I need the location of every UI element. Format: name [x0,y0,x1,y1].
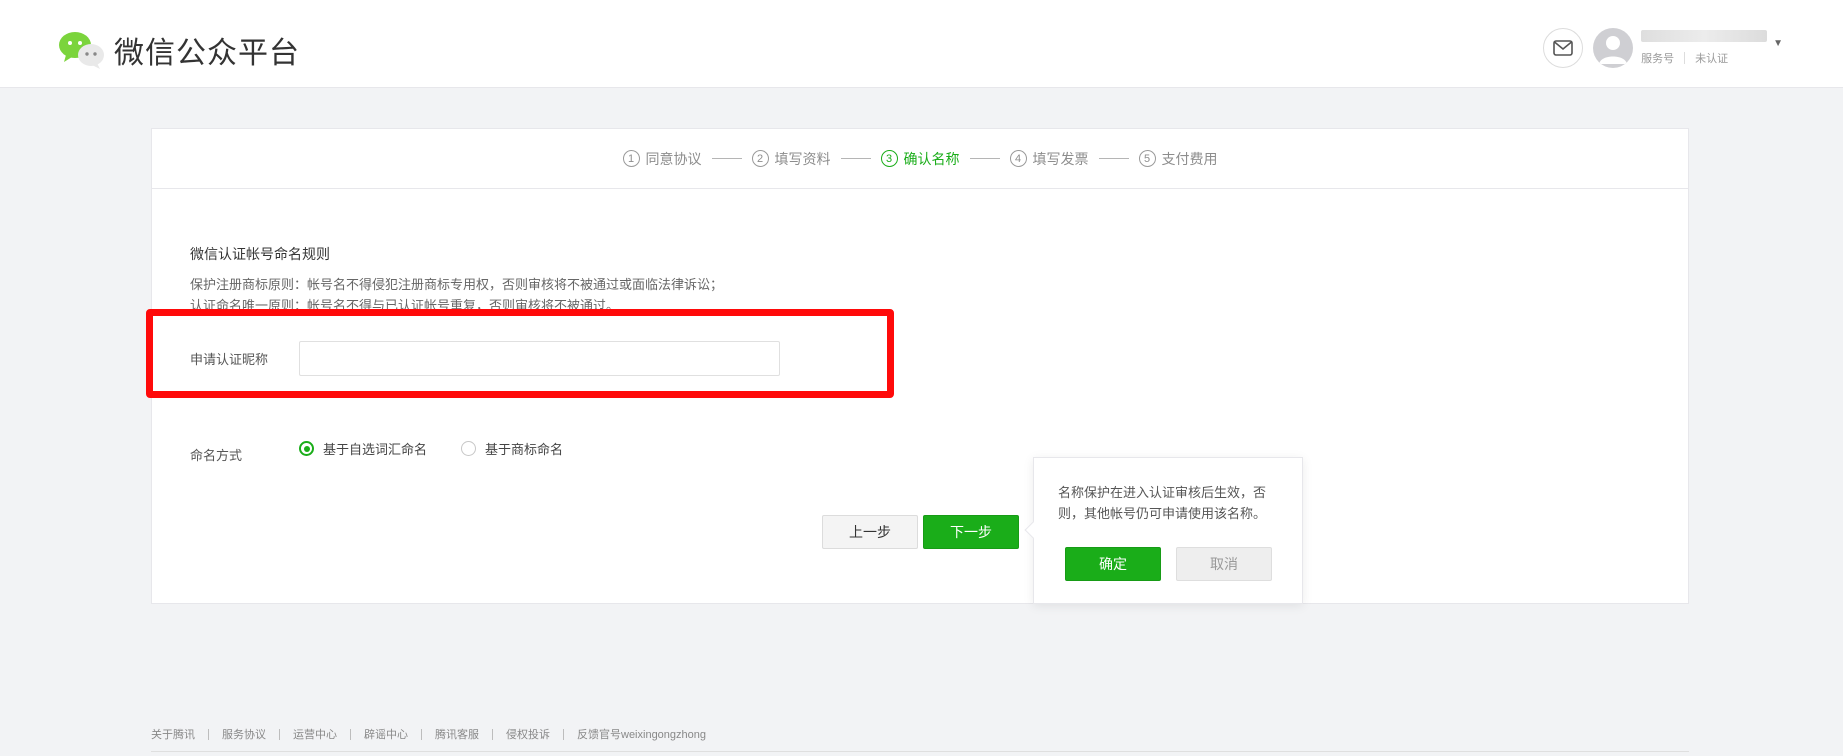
rules-title: 微信认证帐号命名规则 [190,246,330,262]
radio-self-chosen[interactable]: 基于自选词汇命名 [299,439,427,458]
account-type: 服务号 [1641,53,1675,65]
radio-trademark[interactable]: 基于商标命名 [461,439,563,458]
account-name-redacted [1641,30,1768,42]
step-number: 2 [751,150,769,167]
step-label: 确认名称 [903,150,960,167]
nickname-label: 申请认证昵称 [190,352,269,367]
mail-icon [1553,40,1573,56]
divider [563,728,564,740]
step-number: 5 [1138,150,1156,167]
step-1: 1 同意协议 [622,149,702,169]
popover-message: 名称保护在进入认证审核后生效，否则，其他帐号仍可申请使用该名称。 [1058,485,1267,521]
footer-links: 关于腾讯 服务协议 运营中心 辟谣中心 腾讯客服 侵权投诉 反馈官号weixin… [151,726,706,742]
step-number: 3 [880,150,898,167]
step-4: 4 填写发票 [1009,149,1089,169]
step-connector [840,158,871,159]
avatar[interactable] [1593,28,1634,68]
app-title: 微信公众平台 [114,36,300,71]
account-info[interactable]: 服务号 未认证 [1641,30,1768,66]
cancel-button[interactable]: 取消 [1176,547,1272,581]
radio-label: 基于自选词汇命名 [323,442,428,457]
naming-rules: 微信认证帐号命名规则 保护注册商标原则：帐号名不得侵犯注册商标专用权，否则审核将… [190,244,723,316]
footer-link-about[interactable]: 关于腾讯 [151,726,195,742]
footer-link-support[interactable]: 腾讯客服 [435,726,479,742]
radio-checked-icon [299,441,314,456]
step-connector [711,158,742,159]
mail-button[interactable] [1543,28,1584,68]
naming-method-label: 命名方式 [190,448,243,463]
step-3: 3 确认名称 [880,149,960,169]
footer-link-complaint[interactable]: 侵权投诉 [506,726,550,742]
footer-divider [151,751,1689,752]
step-label: 填写发票 [1032,150,1089,167]
step-connector [1098,158,1129,159]
confirm-button[interactable]: 确定 [1065,547,1161,581]
next-step-button[interactable]: 下一步 [923,515,1019,549]
divider [421,728,422,740]
rules-line: 认证命名唯一原则：帐号名不得与已认证帐号重复，否则审核将不被通过。 [190,298,620,313]
step-number: 1 [622,150,640,167]
divider [492,728,493,740]
step-progress: 1 同意协议 2 填写资料 3 确认名称 4 填写发票 5 支付费用 [152,129,1688,189]
divider [279,728,280,740]
naming-method-group: 基于自选词汇命名 基于商标命名 [299,439,597,458]
prev-step-button[interactable]: 上一步 [822,515,918,549]
step-label: 支付费用 [1161,150,1218,167]
header-account-area: 服务号 未认证 ▼ [1543,28,1783,68]
step-2: 2 填写资料 [751,149,831,169]
divider [350,728,351,740]
verify-status: 未认证 [1695,53,1729,65]
rules-line: 保护注册商标原则：帐号名不得侵犯注册商标专用权，否则审核将不被通过或面临法律诉讼… [190,277,724,292]
chevron-down-icon[interactable]: ▼ [1773,38,1783,49]
footer-link-rumor[interactable]: 辟谣中心 [364,726,408,742]
divider [208,728,209,740]
wechat-logo-icon [58,30,106,70]
footer-link-agreement[interactable]: 服务协议 [222,726,266,742]
step-connector [969,158,1000,159]
logo[interactable]: 微信公众平台 [58,28,300,72]
step-label: 同意协议 [645,150,702,167]
step-label: 填写资料 [774,150,831,167]
radio-unchecked-icon [461,441,477,456]
name-protection-popover: 名称保护在进入认证审核后生效，否则，其他帐号仍可申请使用该名称。 确定 取消 [1024,457,1303,604]
nickname-input[interactable] [299,341,780,376]
top-header: 微信公众平台 服务号 未认证 ▼ [0,0,1843,88]
divider [1684,52,1686,64]
footer-link-operations[interactable]: 运营中心 [293,726,337,742]
radio-label: 基于商标命名 [485,442,564,457]
footer-link-feedback[interactable]: 反馈官号weixingongzhong [577,726,706,742]
step-number: 4 [1009,150,1027,167]
step-5: 5 支付费用 [1138,149,1218,169]
user-icon [1599,36,1628,64]
certification-card: 1 同意协议 2 填写资料 3 确认名称 4 填写发票 5 支付费用 微信认证帐… [151,128,1689,604]
